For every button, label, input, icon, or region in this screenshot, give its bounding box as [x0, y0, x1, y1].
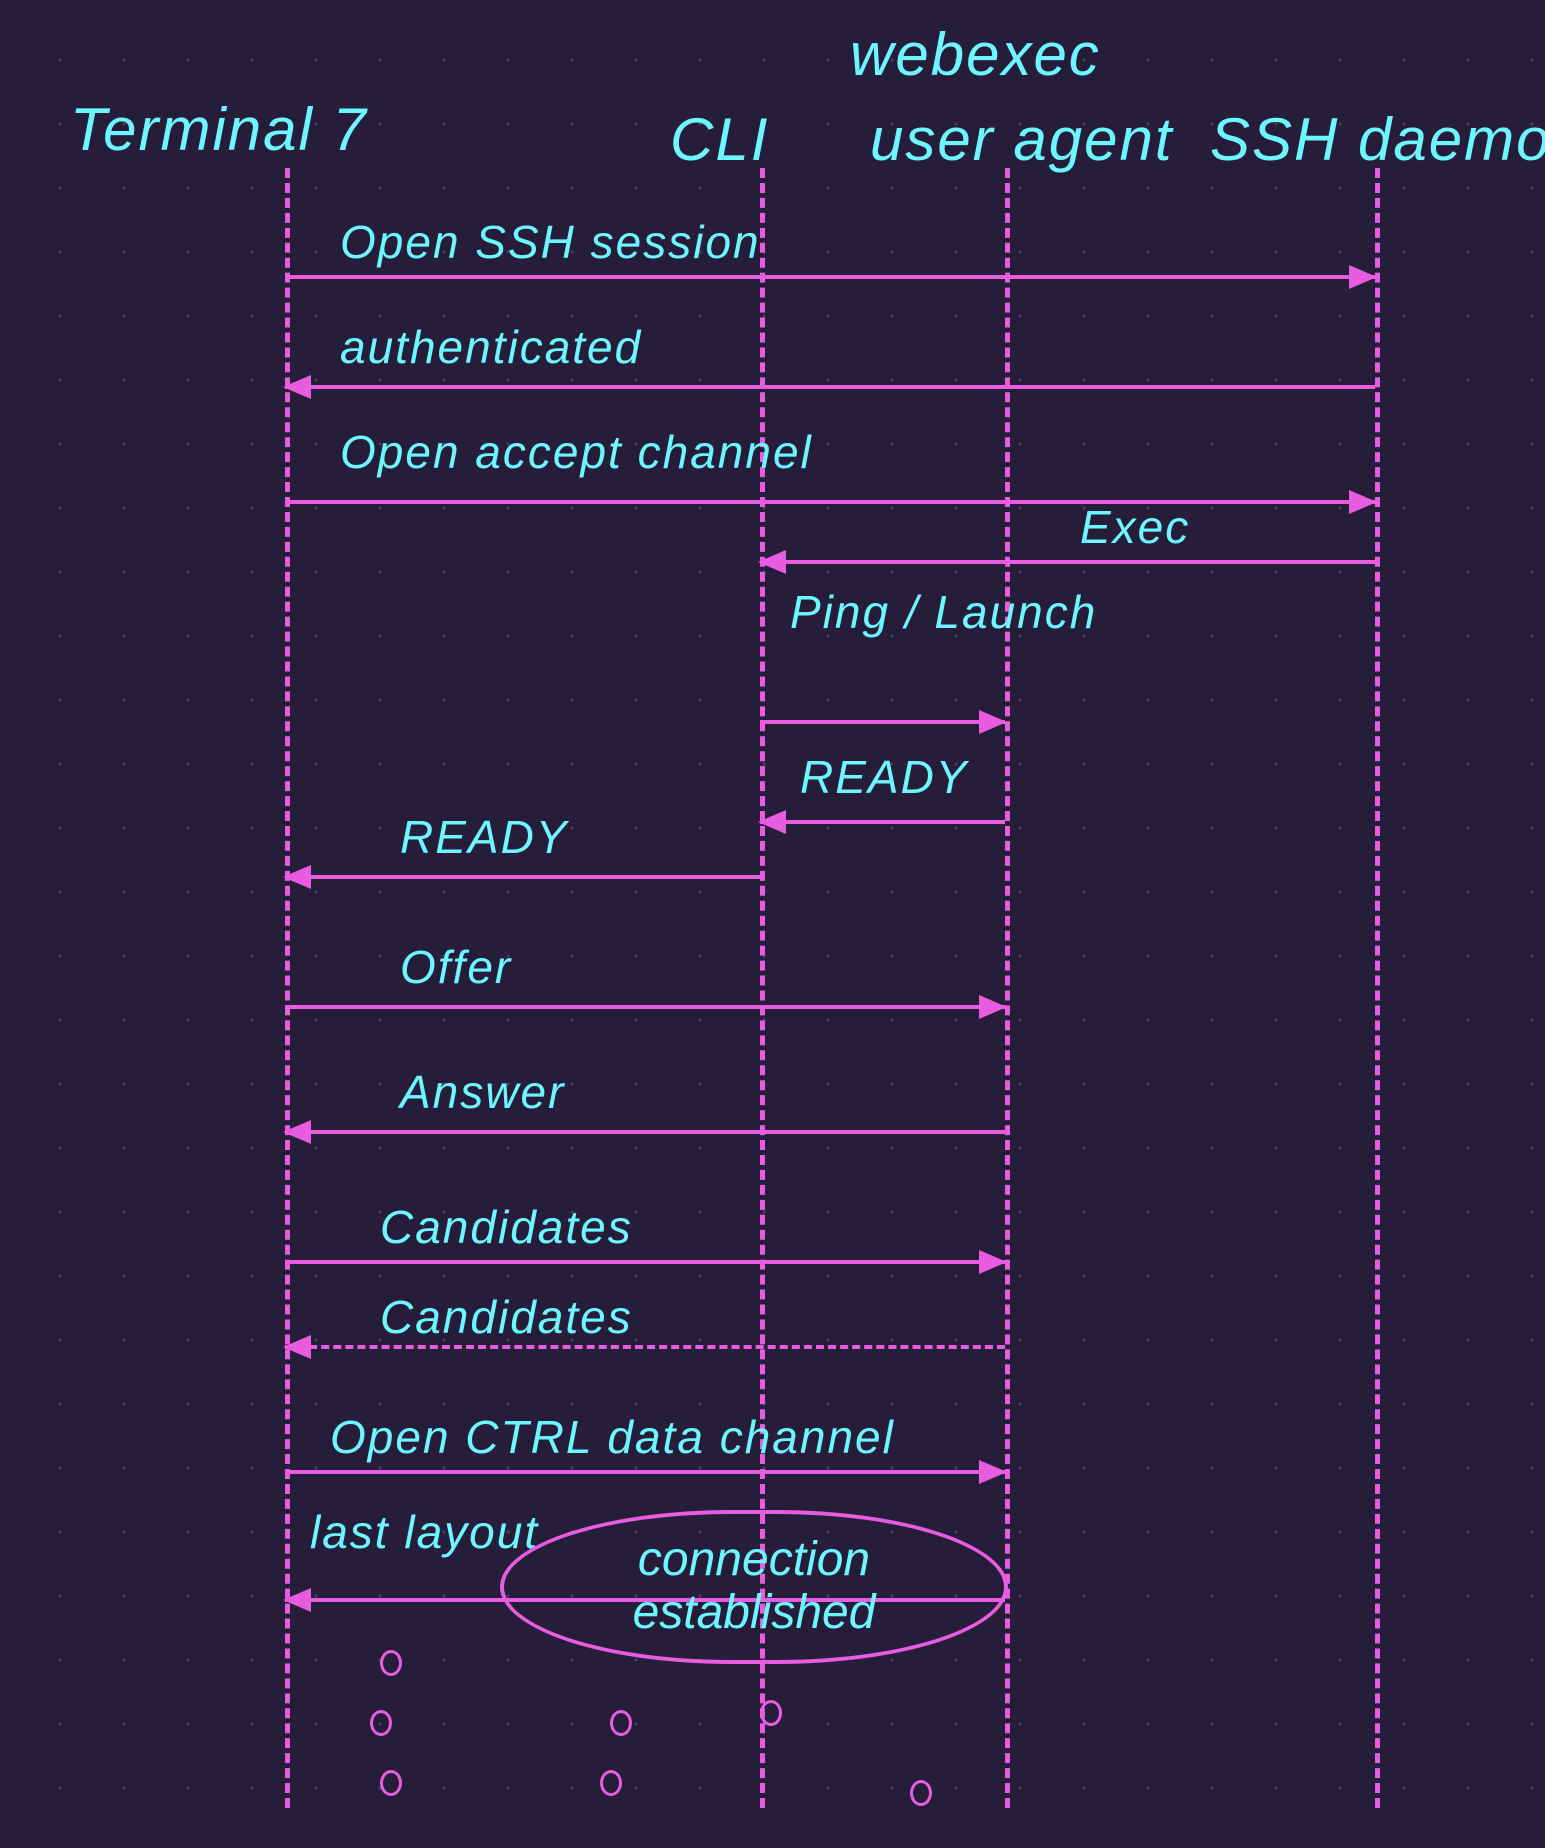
message-arrow [285, 1130, 1005, 1134]
message-label: authenticated [340, 320, 642, 374]
arrowhead-icon [1349, 490, 1377, 514]
message-arrow [760, 720, 1005, 724]
message-arrow [285, 1470, 1005, 1474]
message-label: Answer [400, 1065, 565, 1119]
message-arrow [760, 560, 1375, 564]
arrowhead-icon [979, 995, 1007, 1019]
message-arrow [285, 1005, 1005, 1009]
arrowhead-icon [283, 1120, 311, 1144]
arrowhead-icon [1349, 265, 1377, 289]
message-label: READY [800, 750, 968, 804]
message-arrow [760, 820, 1005, 824]
message-label: last layout [310, 1505, 539, 1559]
message-arrow [285, 1345, 1005, 1349]
participant-cli: CLI [670, 105, 769, 174]
note-connection-established: connection established [500, 1510, 1008, 1664]
participant-ua: user agent [870, 105, 1174, 174]
arrowhead-icon [979, 1460, 1007, 1484]
continuation-dot [600, 1770, 622, 1796]
message-label: Exec [1080, 500, 1190, 554]
message-label: Candidates [380, 1200, 633, 1254]
arrowhead-icon [979, 1250, 1007, 1274]
lifeline-t7 [285, 168, 290, 1808]
lifeline-ua [1005, 168, 1010, 1808]
participant-ssh: SSH daemon [1210, 105, 1545, 174]
arrowhead-icon [758, 550, 786, 574]
message-label: Ping / Launch [790, 585, 1097, 639]
continuation-dot [760, 1700, 782, 1726]
message-arrow [285, 1260, 1005, 1264]
continuation-dot [380, 1770, 402, 1796]
continuation-dot [910, 1780, 932, 1806]
lifeline-ssh [1375, 168, 1380, 1808]
continuation-dot [610, 1710, 632, 1736]
message-label: Candidates [380, 1290, 633, 1344]
group-label: webexec [850, 20, 1101, 89]
arrowhead-icon [283, 865, 311, 889]
continuation-dot [380, 1650, 402, 1676]
message-arrow [285, 275, 1375, 279]
sequence-diagram: webexec Terminal 7 CLI user agent SSH da… [0, 0, 1545, 1848]
participant-t7: Terminal 7 [70, 95, 368, 164]
message-label: READY [400, 810, 568, 864]
arrowhead-icon [283, 375, 311, 399]
arrowhead-icon [758, 810, 786, 834]
arrowhead-icon [283, 1588, 311, 1612]
message-arrow [285, 385, 1375, 389]
message-label: Open SSH session [340, 215, 761, 269]
message-label: Open CTRL data channel [330, 1410, 895, 1464]
arrowhead-icon [283, 1335, 311, 1359]
message-arrow [285, 875, 760, 879]
continuation-dot [370, 1710, 392, 1736]
message-label: Offer [400, 940, 512, 994]
message-arrow [285, 500, 1375, 504]
arrowhead-icon [979, 710, 1007, 734]
message-label: Open accept channel [340, 425, 813, 479]
